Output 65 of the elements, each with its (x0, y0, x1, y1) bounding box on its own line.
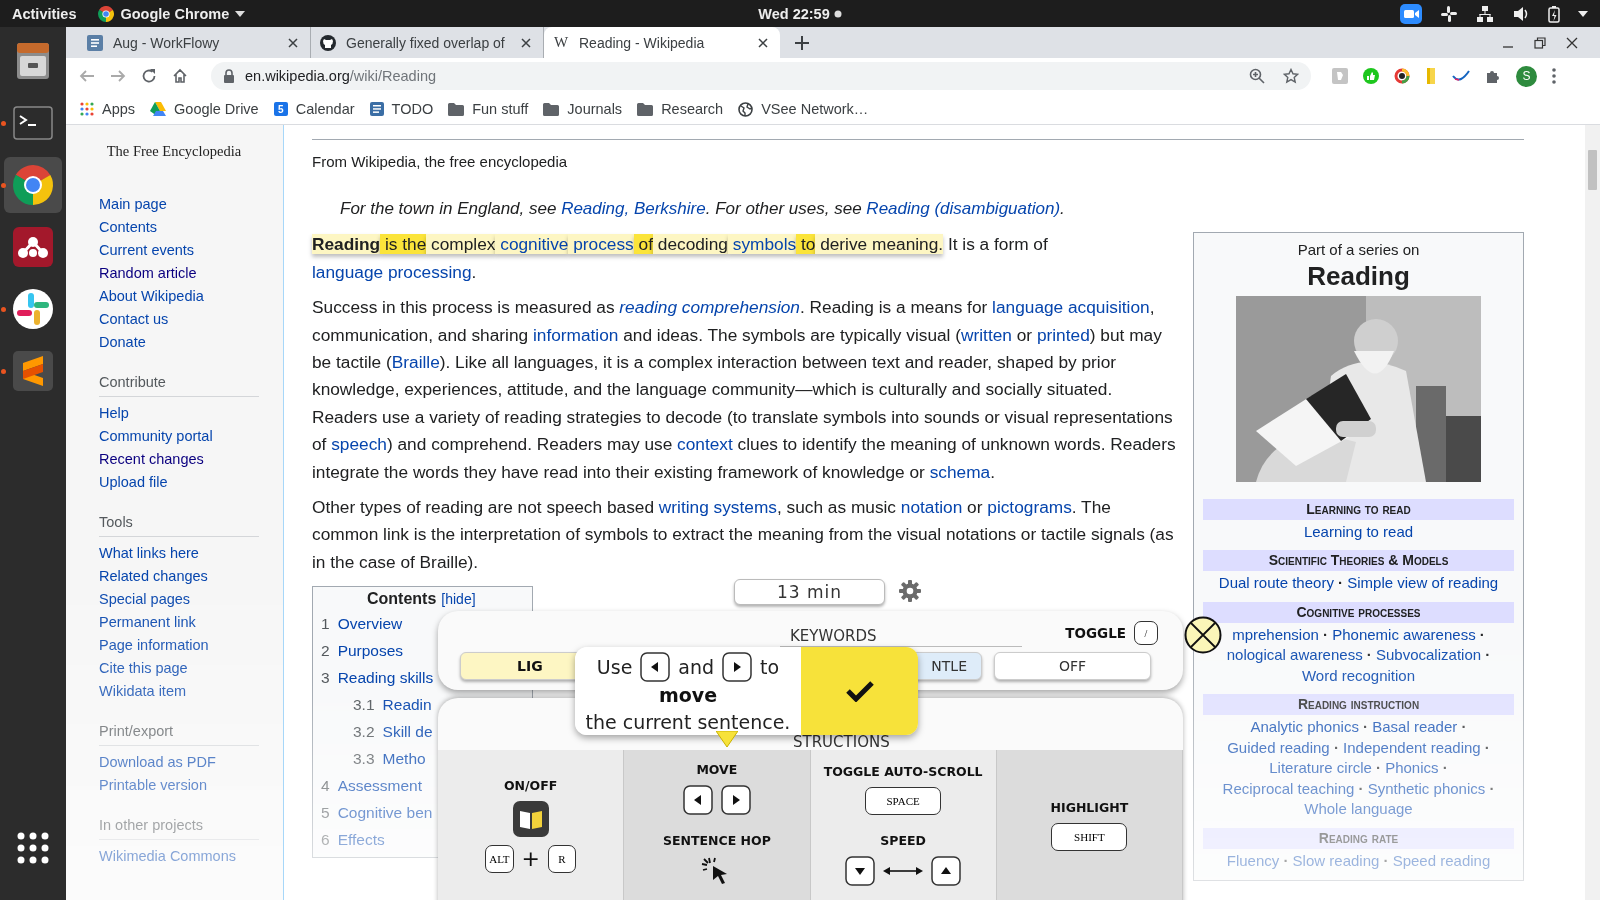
hatnote: For the town in England, see Reading, Berkshire. For other uses, see Reading (disambiguation). (339, 198, 1066, 220)
section-number: 3.3 (353, 749, 375, 770)
section-number: 4 (321, 776, 330, 797)
separator: · (1338, 574, 1344, 592)
plus-sign: + (521, 846, 541, 871)
section-number: 5 (321, 803, 330, 824)
section-number: 3.1 (353, 695, 375, 716)
sidebar-heading: In other projects (99, 815, 259, 840)
separator: · (1283, 851, 1289, 869)
tooltip-text: and (678, 654, 715, 680)
instruction-label: ON/OFF (503, 777, 558, 793)
separator: · (1461, 718, 1467, 736)
separator: · (1383, 851, 1389, 869)
section-heading: Scientific Theories & Models (1203, 550, 1514, 572)
separator: · (1333, 738, 1339, 756)
keyboard-key: / (1134, 621, 1158, 645)
logo-tagline: The Free Encyclopedia (105, 142, 243, 160)
tab-title: Reading - Wikipedia (579, 34, 706, 51)
tab-title: Aug - WorkFlowy (113, 34, 221, 51)
calendar-icon: 5 (273, 102, 288, 116)
separator: · (1484, 738, 1490, 756)
infobox-title: Reading (1306, 260, 1411, 293)
section-number: 2 (321, 641, 330, 662)
tagline: From Wikipedia, the free encyclopedia (312, 152, 569, 172)
separator: · (1358, 779, 1364, 797)
section-heading: Cognitive processes (1203, 601, 1514, 623)
infobox-caption: Part of a series on (1296, 240, 1421, 261)
separator: · (1479, 625, 1485, 643)
section-number: 1 (321, 614, 330, 635)
separator: · (1363, 718, 1369, 736)
instruction-label: HIGHLIGHT (1050, 799, 1129, 815)
keyboard-key: ALT (485, 844, 514, 873)
section-heading: Reading rate (1203, 827, 1514, 849)
separator: · (1485, 646, 1491, 664)
tab-title: Generally fixed overlap of (346, 34, 506, 51)
tab-favicon: W (553, 34, 569, 51)
timer-display: 13 min (734, 579, 885, 605)
section-number: 3 (321, 668, 330, 689)
toggle-label: TOGGLE (1065, 625, 1126, 641)
separator: · (1323, 625, 1329, 643)
tooltip-text: Use (596, 654, 633, 680)
separator: · (1489, 779, 1495, 797)
instruction-label: TOGGLE AUTO-SCROLL (823, 764, 983, 779)
instruction-label: SPEED (880, 833, 926, 848)
instruction-label: MOVE (696, 762, 738, 777)
keyboard-key: SHIFT (1051, 822, 1128, 851)
section-heading: Learning to read (1203, 498, 1514, 520)
tooltip-text: the current sentence. (585, 710, 791, 735)
panel-title: STRUCTIONS (793, 733, 890, 751)
sidebar-heading: Contribute (99, 372, 259, 397)
separator: · (1442, 759, 1448, 777)
keyboard-key: R (548, 844, 577, 873)
section-number: 6 (321, 830, 330, 851)
section-heading: Reading instruction (1203, 694, 1514, 716)
keyboard-key: SPACE (865, 787, 942, 815)
section-number: 3.2 (353, 722, 375, 743)
tooltip-text: to (760, 654, 780, 680)
separator: · (1366, 646, 1372, 664)
sidebar-heading: Tools (99, 512, 259, 537)
contents-title: Contents (367, 590, 437, 608)
separator: · (1376, 759, 1381, 777)
url-text: en.wikipedia.org/wiki/Reading (245, 68, 437, 84)
sidebar-heading: Print/export (99, 721, 259, 746)
tooltip-text: move (658, 683, 718, 708)
instruction-label: SENTENCE HOP (662, 833, 771, 848)
